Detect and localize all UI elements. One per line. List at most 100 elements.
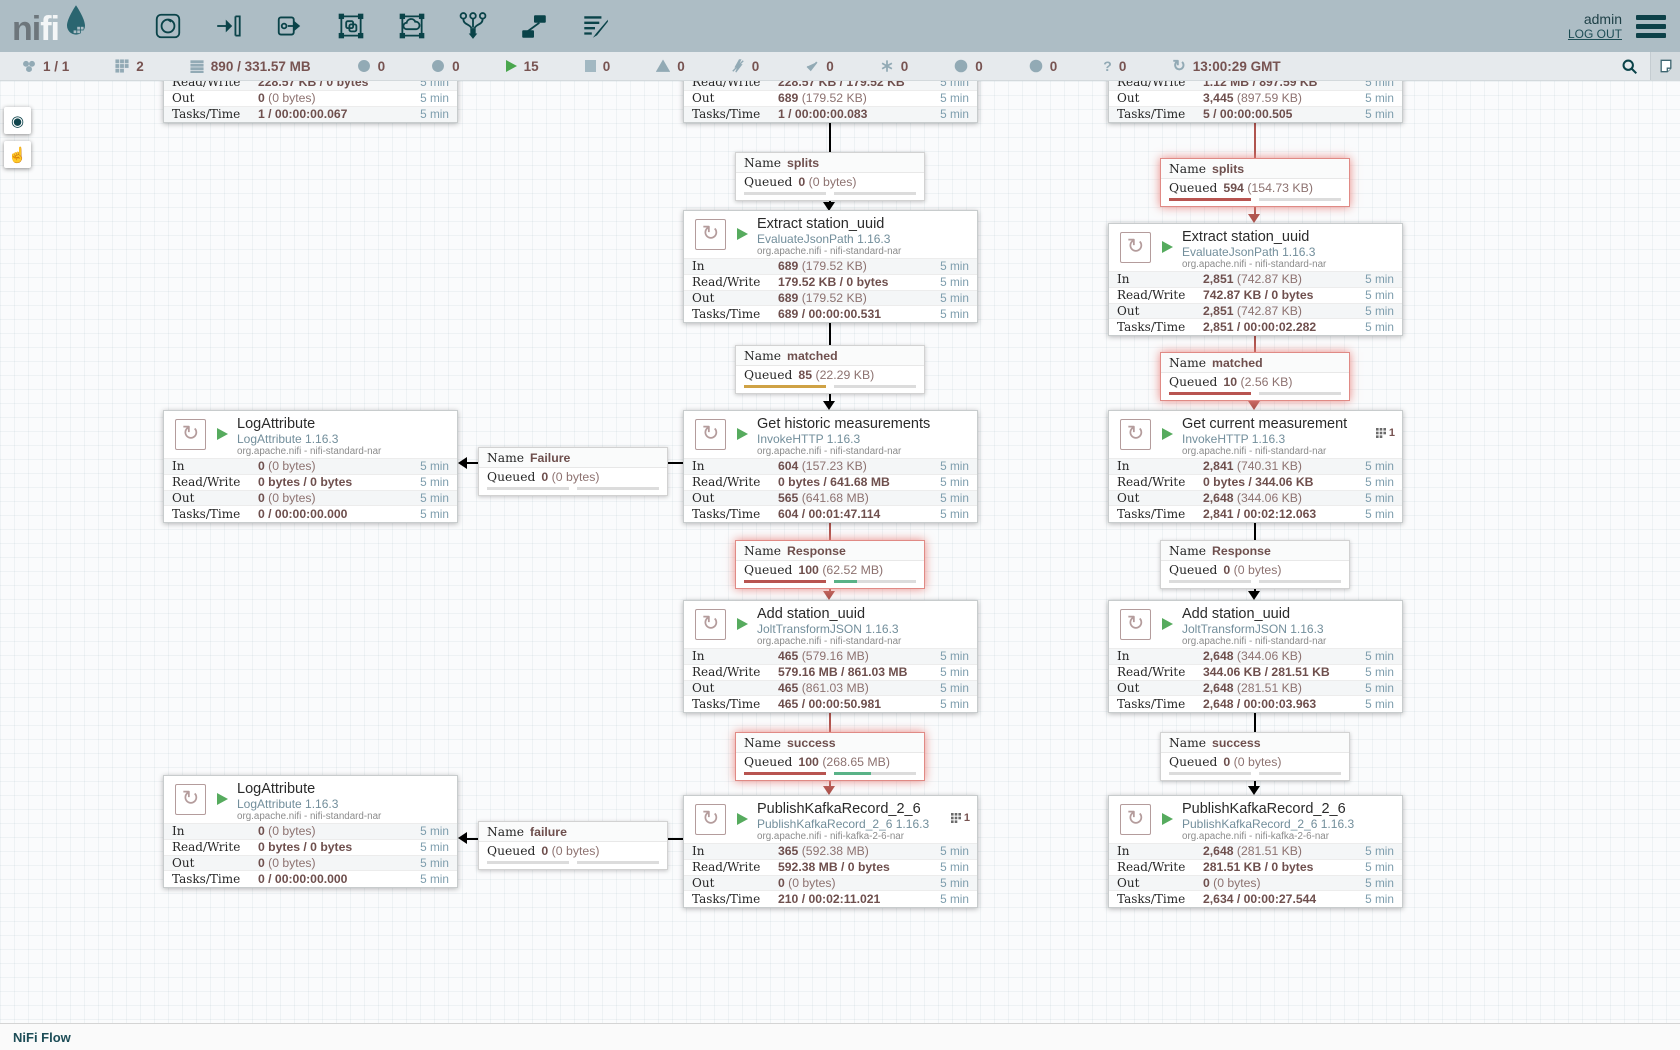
input-port-icon[interactable] — [212, 9, 246, 43]
stat-row: Out2,648 (344.06 KB)5 min — [1109, 490, 1402, 506]
refresh-icon[interactable]: ↻ — [1172, 56, 1185, 76]
status-up-to-date: 0 — [805, 59, 834, 74]
connection-arrow — [823, 401, 835, 410]
stat-row: Tasks/Time1 / 00:00:00.0675 min — [164, 106, 457, 122]
processor-bundle: org.apache.nifi - nifi-standard-nar — [237, 446, 431, 457]
label-icon[interactable] — [578, 9, 612, 43]
stat-row: Out0 (0 bytes)5 min — [1109, 875, 1402, 891]
disabled-icon — [731, 59, 745, 73]
processor-stamp-icon: ↻ — [175, 419, 206, 450]
connection-label-splits[interactable]: Namesplits Queued0 (0 bytes) — [735, 152, 925, 201]
stat-row: Out465 (861.03 MB)5 min — [684, 680, 977, 696]
stat-row: Out3,445 (897.59 KB)5 min — [1109, 90, 1402, 106]
stat-row: Tasks/Time2,851 / 00:00:02.2825 min — [1109, 319, 1402, 335]
stat-row: Read/Write228.57 KB / 179.52 KB5 min — [684, 81, 977, 90]
stat-row: In604 (157.23 KB)5 min — [684, 459, 977, 475]
output-port-icon[interactable] — [273, 9, 307, 43]
running-icon — [506, 60, 517, 72]
bulletin-note-icon[interactable] — [1650, 52, 1680, 80]
processor-add-station-uuid[interactable]: ↻ Add station_uuid JoltTransformJSON 1.1… — [1108, 600, 1403, 713]
processor-name: Extract station_uuid — [757, 216, 951, 232]
processor-stamp-icon: ↻ — [695, 804, 726, 835]
stat-row: In2,841 (740.31 KB)5 min — [1109, 459, 1402, 475]
processor-partial-left[interactable]: Read/Write228.57 KB / 0 bytes5 min Out0 … — [163, 81, 458, 123]
stat-row: Read/Write228.57 KB / 0 bytes5 min — [164, 81, 457, 90]
processor-stamp-icon: ↻ — [695, 419, 726, 450]
processor-bundle: org.apache.nifi - nifi-kafka-2-6-nar — [1182, 831, 1376, 842]
processor-type: LogAttribute 1.16.3 — [237, 432, 431, 446]
stat-row: Tasks/Time210 / 00:02:11.0215 min — [684, 891, 977, 907]
queued-icon — [190, 59, 204, 73]
exclamation-circle-icon — [1029, 59, 1043, 73]
threads-icon — [951, 813, 961, 823]
stat-row: In0 (0 bytes)5 min — [164, 459, 457, 475]
status-locally-modified: 0 — [880, 59, 909, 74]
processor-type: PublishKafkaRecord_2_6 1.16.3 — [757, 817, 951, 831]
stat-row: Tasks/Time465 / 00:00:50.9815 min — [684, 696, 977, 712]
stat-row: In0 (0 bytes)5 min — [164, 824, 457, 840]
processor-name: LogAttribute — [237, 781, 431, 797]
processor-add-station-uuid[interactable]: ↻ Add station_uuid JoltTransformJSON 1.1… — [683, 600, 978, 713]
processor-logattribute[interactable]: ↻ LogAttribute LogAttribute 1.16.3 org.a… — [163, 410, 458, 523]
processor-logattribute[interactable]: ↻ LogAttribute LogAttribute 1.16.3 org.a… — [163, 775, 458, 888]
stat-row: Out0 (0 bytes)5 min — [684, 875, 977, 891]
connection-label-failure[interactable]: Namefailure Queued0 (0 bytes) — [478, 821, 668, 870]
processor-stamp-icon: ↻ — [175, 784, 206, 815]
processor-icon[interactable] — [151, 9, 185, 43]
status-queued: 890 / 331.57 MB — [190, 59, 311, 74]
connection-arrow — [458, 457, 467, 469]
search-icon[interactable] — [1608, 52, 1650, 80]
stat-row: Tasks/Time689 / 00:00:00.5315 min — [684, 306, 977, 322]
stale-up-arrow-icon — [954, 59, 968, 73]
processor-bundle: org.apache.nifi - nifi-standard-nar — [757, 446, 951, 457]
remote-process-group-icon[interactable] — [395, 9, 429, 43]
logout-link[interactable]: LOG OUT — [1568, 27, 1622, 41]
check-icon — [805, 59, 819, 73]
active-thread-count-badge: 1 — [951, 812, 970, 824]
connection-label-failure[interactable]: NameFailure Queued0 (0 bytes) — [478, 447, 668, 496]
processor-publishkafkarecord[interactable]: ↻ PublishKafkaRecord_2_6 PublishKafkaRec… — [1108, 795, 1403, 908]
connection-label-matched[interactable]: Namematched Queued85 (22.29 KB) — [735, 345, 925, 394]
processor-partial-right[interactable]: Read/Write1.12 MB / 897.59 KB5 min Out3,… — [1108, 81, 1403, 123]
stat-row: Read/Write592.38 MB / 0 bytes5 min — [684, 859, 977, 875]
global-menu-icon[interactable] — [1636, 15, 1666, 38]
flow-canvas[interactable]: ◉ ☝ Read/Write228.57 KB / 0 bytes5 min O… — [0, 81, 1680, 1023]
running-status-icon — [1162, 618, 1173, 630]
breadcrumb[interactable]: NiFi Flow — [13, 1030, 71, 1045]
processor-extract-station-uuid[interactable]: ↻ Extract station_uuid EvaluateJsonPath … — [1108, 223, 1403, 336]
stat-row: Tasks/Time5 / 00:00:00.5055 min — [1109, 106, 1402, 122]
status-stale: 0 — [954, 59, 983, 74]
connection-arrow — [1248, 401, 1260, 410]
process-group-icon[interactable] — [334, 9, 368, 43]
connection-label-success[interactable]: Namesuccess Queued0 (0 bytes) — [1160, 732, 1350, 781]
component-toolbar — [151, 9, 612, 43]
processor-name: Add station_uuid — [1182, 606, 1376, 622]
asterisk-icon — [880, 59, 894, 73]
nifi-logo: nifi — [12, 4, 91, 49]
processor-publishkafkarecord[interactable]: ↻ PublishKafkaRecord_2_6 PublishKafkaRec… — [683, 795, 978, 908]
processor-get-historic-measurements[interactable]: ↻ Get historic measurements InvokeHTTP 1… — [683, 410, 978, 523]
connection-label-response[interactable]: NameResponse Queued100 (62.52 MB) — [735, 540, 925, 589]
current-user: admin — [1568, 11, 1622, 27]
stat-row: Out0 (0 bytes)5 min — [164, 855, 457, 871]
hand-drag-button[interactable]: ☝ — [4, 141, 31, 168]
processor-extract-station-uuid[interactable]: ↻ Extract station_uuid EvaluateJsonPath … — [683, 210, 978, 323]
running-status-icon — [1162, 241, 1173, 253]
connection-label-response[interactable]: NameResponse Queued0 (0 bytes) — [1160, 540, 1350, 589]
processor-get-current-measurement[interactable]: ↻ Get current measurement InvokeHTTP 1.1… — [1108, 410, 1403, 523]
birdseye-toggle-button[interactable]: ◉ — [4, 107, 31, 134]
connection-label-matched[interactable]: Namematched Queued10 (2.56 KB) — [1160, 352, 1350, 401]
template-icon[interactable] — [517, 9, 551, 43]
status-invalid: 0 — [656, 59, 685, 74]
stat-row: Read/Write0 bytes / 344.06 KB5 min — [1109, 474, 1402, 490]
processor-partial-middle[interactable]: Read/Write228.57 KB / 179.52 KB5 min Out… — [683, 81, 978, 123]
transmitting-icon — [357, 59, 371, 73]
processor-bundle: org.apache.nifi - nifi-standard-nar — [757, 636, 951, 647]
stat-row: In2,648 (281.51 KB)5 min — [1109, 844, 1402, 860]
running-status-icon — [1162, 428, 1173, 440]
funnel-icon[interactable] — [456, 9, 490, 43]
connection-label-success[interactable]: Namesuccess Queued100 (268.65 MB) — [735, 732, 925, 781]
stat-row: In2,851 (742.87 KB)5 min — [1109, 272, 1402, 288]
processor-stamp-icon: ↻ — [1120, 232, 1151, 263]
connection-label-splits[interactable]: Namesplits Queued594 (154.73 KB) — [1160, 158, 1350, 207]
